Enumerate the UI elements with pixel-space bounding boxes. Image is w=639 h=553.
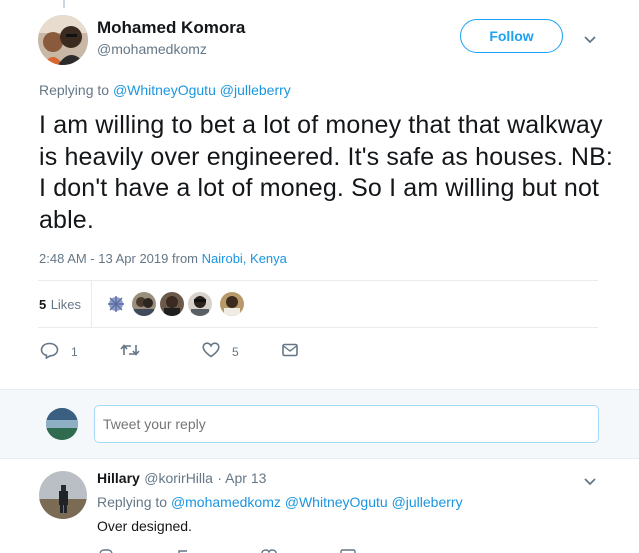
reply-replying-to: Replying to @mohamedkomz @WhitneyOgutu @… [97, 494, 463, 510]
author-name[interactable]: Mohamed Komora [97, 18, 245, 38]
mention-link[interactable]: @mohamedkomz [171, 494, 281, 510]
reply-input[interactable] [94, 405, 599, 443]
author-handle[interactable]: @mohamedkomz [97, 41, 207, 57]
current-user-avatar [46, 408, 78, 440]
chevron-down-icon[interactable] [583, 32, 597, 50]
liker-avatar[interactable] [188, 292, 212, 316]
replying-to: Replying to @WhitneyOgutu @julleberry [39, 82, 291, 98]
retweet-icon [120, 343, 140, 360]
replying-prefix: Replying to [39, 82, 110, 98]
like-count: 5 [232, 344, 239, 359]
author-avatar[interactable] [38, 15, 88, 65]
mention-link[interactable]: @WhitneyOgutu [113, 82, 216, 98]
reply-author-name[interactable]: Hillary [97, 470, 140, 486]
mention-link[interactable]: @julleberry [392, 494, 463, 510]
like-action[interactable]: 5 [202, 342, 239, 361]
reply-text: Over designed. [97, 518, 192, 534]
likes-label: Likes [50, 297, 82, 312]
divider [38, 327, 598, 328]
liker-avatar[interactable] [104, 292, 128, 316]
reply-count: 1 [71, 345, 78, 359]
likes-separator [91, 281, 92, 327]
from-label: from [172, 251, 198, 266]
likes-count: 5 [39, 297, 47, 312]
retweet-action[interactable] [120, 343, 148, 360]
message-action[interactable] [282, 343, 298, 360]
liker-avatar[interactable] [220, 292, 244, 316]
tweet-timestamp[interactable]: 2:48 AM - 13 Apr 2019 [39, 251, 168, 266]
thread-connector [63, 0, 65, 8]
follow-button[interactable]: Follow [460, 19, 563, 53]
reply-author-avatar[interactable] [39, 471, 87, 519]
tweet-text: I am willing to bet a lot of money that … [39, 111, 613, 234]
replying-prefix: Replying to [97, 494, 168, 510]
reply-header: Hillary @korirHilla · Apr 13 [97, 470, 266, 488]
reply-action[interactable]: 1 [40, 342, 78, 362]
reply-author-handle[interactable]: @korirHilla [144, 470, 213, 486]
reply-actions-cutoff [97, 547, 377, 553]
divider [38, 280, 598, 281]
chevron-down-icon[interactable] [583, 474, 597, 492]
likes-stat[interactable]: 5 Likes [39, 296, 81, 314]
heart-icon [202, 342, 220, 361]
mention-link[interactable]: @WhitneyOgutu [285, 494, 388, 510]
envelope-icon [282, 343, 298, 360]
reply-icon [40, 342, 59, 362]
liker-avatar[interactable] [160, 292, 184, 316]
location-link[interactable]: Nairobi, Kenya [202, 251, 287, 266]
reply-date[interactable]: · Apr 13 [217, 470, 266, 486]
tweet-meta: 2:48 AM - 13 Apr 2019 from Nairobi, Keny… [39, 251, 287, 266]
mention-link[interactable]: @julleberry [220, 82, 291, 98]
liker-avatar[interactable] [132, 292, 156, 316]
